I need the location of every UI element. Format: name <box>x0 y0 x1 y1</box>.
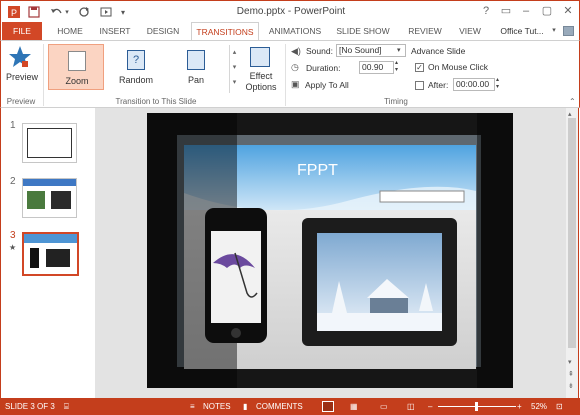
avatar[interactable] <box>563 26 574 36</box>
slide-number: 2 <box>10 176 16 187</box>
thumbnail-image <box>51 191 71 209</box>
slide-thumbnails-panel: 1 2 3 ★ <box>0 108 95 398</box>
slide-thumbnail-1[interactable] <box>22 123 77 163</box>
thumbnail-phone <box>30 248 39 268</box>
clock-icon: ◷ <box>291 62 299 72</box>
chevron-down-icon: ▾ <box>397 47 401 54</box>
account-name[interactable]: Office Tut... <box>493 22 551 40</box>
effect-options-icon[interactable] <box>250 47 270 67</box>
previous-slide-icon[interactable]: ⇞ <box>568 370 574 378</box>
gallery-scroll[interactable]: ▴ ▾ ▾ <box>229 45 239 93</box>
tab-design[interactable]: DESIGN <box>141 22 185 40</box>
spell-check-icon[interactable]: ⌸ <box>64 402 69 412</box>
slide-sorter-icon[interactable]: ▦ <box>350 402 358 411</box>
reading-view-icon[interactable]: ▭ <box>380 402 388 411</box>
divider <box>285 44 286 106</box>
slide-thumbnail-2[interactable] <box>22 178 77 218</box>
preview-label[interactable]: Preview <box>5 72 39 82</box>
thumbnail-tablet <box>46 249 70 267</box>
status-bar: SLIDE 3 OF 3 ⌸ ≡ NOTES ▮ COMMENTS ▦ ▭ ◫ … <box>0 398 580 415</box>
next-slide-icon[interactable]: ⇟ <box>568 382 574 390</box>
zoom-out-button[interactable]: – <box>428 402 432 411</box>
duration-input[interactable]: 00.90 <box>359 61 394 74</box>
tab-slide-show[interactable]: SLIDE SHOW <box>331 22 395 40</box>
after-checkbox[interactable] <box>415 81 424 90</box>
random-transition-icon: ? <box>127 50 145 70</box>
after-label: After: <box>428 80 449 90</box>
transition-star-icon: ★ <box>9 243 17 252</box>
thumbnail-image <box>27 191 45 209</box>
thumbnail-header <box>24 234 77 243</box>
slide-thumbnail-3[interactable] <box>22 232 79 276</box>
scroll-down-icon[interactable]: ▾ <box>568 358 572 366</box>
notes-button[interactable]: NOTES <box>203 402 231 411</box>
tab-home[interactable]: HOME <box>51 22 89 40</box>
collapse-ribbon-icon[interactable]: ⌃ <box>569 97 576 106</box>
scrollbar-thumb[interactable] <box>568 118 576 348</box>
after-time-input[interactable]: 00:00.00 <box>453 78 495 91</box>
pan-transition-icon <box>187 50 205 70</box>
maximize-button[interactable]: ▢ <box>538 3 556 19</box>
help-icon[interactable]: ? <box>477 3 495 19</box>
apply-all-icon: ▣ <box>291 79 300 89</box>
thumbnail-header <box>23 179 76 186</box>
preview-button[interactable] <box>8 45 32 73</box>
zoom-in-button[interactable]: + <box>517 402 522 411</box>
zoom-transition-frame <box>147 113 513 388</box>
on-mouse-click-label: On Mouse Click <box>428 62 488 72</box>
close-button[interactable]: ✕ <box>559 3 577 19</box>
zoom-transition-icon <box>68 51 86 71</box>
comments-icon: ▮ <box>243 402 248 411</box>
tab-animations[interactable]: ANIMATIONS <box>263 22 327 40</box>
account-dropdown-icon[interactable]: ▾ <box>549 22 559 40</box>
scroll-up-icon[interactable]: ▴ <box>568 110 572 118</box>
slide-count: SLIDE 3 OF 3 <box>5 402 55 411</box>
vertical-scrollbar[interactable]: ▴ ▾ ⇞ ⇟ <box>566 108 579 398</box>
title-bar: P ▾ ▾ Demo.pptx - PowerPoint ? ▭ – ▢ ✕ <box>0 0 580 22</box>
transition-random-label: Random <box>118 75 154 85</box>
ribbon-tabs: FILE HOME INSERT DESIGN TRANSITIONS ANIM… <box>0 22 580 41</box>
slide-title: FPPT <box>297 162 338 179</box>
tab-file[interactable]: FILE <box>2 22 42 40</box>
ribbon-display-options-icon[interactable]: ▭ <box>497 3 515 19</box>
sound-dropdown[interactable]: [No Sound] <box>336 44 406 57</box>
transition-pan[interactable]: Pan <box>168 44 224 90</box>
ribbon: Preview Preview Zoom ? Random Pan ▴ ▾ ▾ Ef… <box>0 40 580 108</box>
notes-icon: ≡ <box>190 402 195 411</box>
slide-show-icon[interactable]: ◫ <box>407 402 415 411</box>
duration-label: Duration: <box>306 63 341 73</box>
sound-icon: ◀) <box>291 46 301 56</box>
tab-insert[interactable]: INSERT <box>93 22 137 40</box>
timing-group-label: Timing <box>384 97 408 106</box>
apply-to-all-button[interactable]: Apply To All <box>305 80 349 90</box>
transition-zoom[interactable]: Zoom <box>48 44 104 90</box>
tab-view[interactable]: VIEW <box>453 22 487 40</box>
divider <box>43 44 44 106</box>
transition-group-label: Transition to This Slide <box>115 97 197 106</box>
transition-zoom-label: Zoom <box>65 76 89 86</box>
slide-canvas[interactable]: FPPT <box>147 113 513 388</box>
tab-transitions[interactable]: TRANSITIONS <box>191 22 259 41</box>
normal-view-icon[interactable] <box>322 401 334 412</box>
sound-label: Sound: <box>306 46 333 56</box>
zoom-slider-thumb[interactable] <box>475 402 478 411</box>
slide-number: 1 <box>10 120 16 131</box>
after-spinner[interactable]: ▴ ▾ <box>496 77 499 91</box>
minimize-button[interactable]: – <box>517 3 535 19</box>
thumbnail-content <box>27 128 72 158</box>
fit-to-window-icon[interactable]: ⊡ <box>556 402 563 411</box>
zoom-level[interactable]: 52% <box>531 402 547 411</box>
transition-pan-label: Pan <box>187 75 204 85</box>
on-mouse-click-checkbox[interactable]: ✓ <box>415 63 424 72</box>
effect-options-button[interactable]: Effect Options <box>241 71 281 93</box>
duration-spinner[interactable]: ▴ ▾ <box>395 60 398 74</box>
tab-review[interactable]: REVIEW <box>401 22 449 40</box>
slide-number-current: 3 <box>10 230 16 241</box>
advance-slide-label: Advance Slide <box>411 46 466 56</box>
preview-group-label: Preview <box>6 97 36 106</box>
comments-button[interactable]: COMMENTS <box>256 402 303 411</box>
transition-random[interactable]: ? Random <box>108 44 164 90</box>
